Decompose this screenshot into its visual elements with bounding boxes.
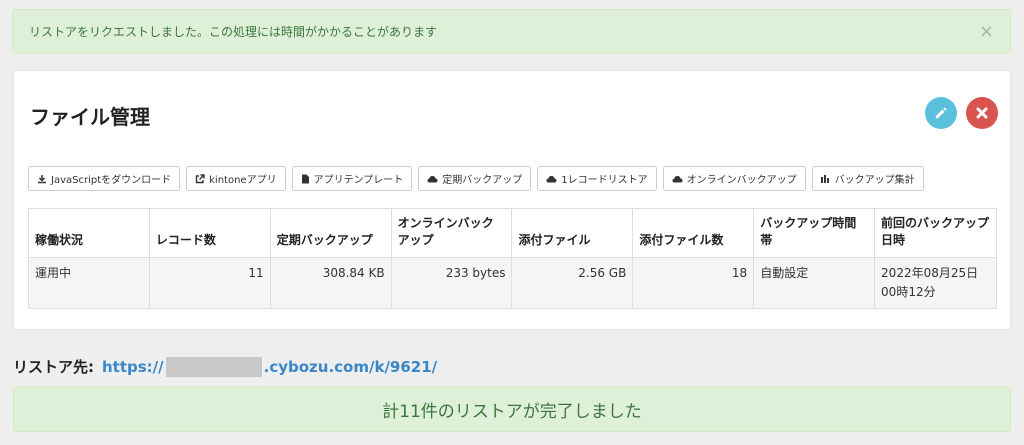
- close-icon: [976, 107, 988, 119]
- header-scheduled-backup: 定期バックアップ: [269, 208, 392, 258]
- table-row: 運用中 11 308.84 KB 233 bytes 2.56 GB 18 自動…: [28, 256, 997, 310]
- header-attachments: 添付ファイル: [511, 208, 634, 258]
- kintone-app-button[interactable]: kintoneアプリ: [186, 166, 286, 191]
- online-backup-label: オンラインバックアップ: [686, 175, 797, 186]
- scheduled-backup-button[interactable]: 定期バックアップ: [418, 166, 532, 191]
- status-table: 稼働状況 レコード数 定期バックアップ オンラインバックアップ 添付ファイル 添…: [28, 208, 997, 310]
- cloud-icon: [546, 175, 557, 182]
- download-icon: [38, 174, 46, 183]
- cloud-icon: [427, 175, 438, 182]
- pencil-icon: [935, 107, 947, 119]
- cell-backup-time-window: 自動設定: [753, 256, 876, 310]
- restore-complete-message: 計11件のリストアが完了しました: [382, 401, 642, 422]
- header-record-count: レコード数: [148, 208, 271, 258]
- restore-complete-banner: 計11件のリストアが完了しました: [13, 386, 1011, 432]
- cell-record-count: 11: [148, 256, 271, 310]
- cell-attachment-count: 18: [632, 256, 755, 310]
- cloud-icon: [672, 175, 683, 182]
- toolbar: JavaScriptをダウンロード kintoneアプリ アプリテンプレート 定…: [28, 166, 930, 191]
- header-backup-time-window: バックアップ時間帯: [753, 208, 876, 258]
- single-record-restore-label: 1レコードリストア: [561, 175, 648, 186]
- restore-destination: リストア先: https:// .cybozu.com/k/9621/: [13, 356, 437, 377]
- restore-url-suffix: .cybozu.com/k/9621/: [263, 357, 438, 376]
- cell-online-backup: 233 bytes: [390, 256, 513, 310]
- cell-scheduled-backup: 308.84 KB: [269, 256, 392, 310]
- header-last-backup: 前回のバックアップ日時: [874, 208, 997, 258]
- single-record-restore-button[interactable]: 1レコードリストア: [537, 166, 657, 191]
- close-icon[interactable]: ×: [979, 22, 994, 41]
- restore-destination-label: リストア先:: [13, 358, 94, 376]
- file-management-panel: ファイル管理 JavaScriptをダウンロード kintoneアプリ アプリテ…: [13, 70, 1011, 330]
- header-online-backup: オンラインバックアップ: [390, 208, 513, 258]
- edit-button[interactable]: [925, 97, 957, 129]
- app-template-label: アプリテンプレート: [313, 175, 404, 186]
- kintone-app-label: kintoneアプリ: [209, 175, 277, 186]
- redacted-subdomain: [165, 356, 262, 377]
- download-js-button[interactable]: JavaScriptをダウンロード: [28, 166, 181, 191]
- header-status: 稼働状況: [28, 208, 150, 258]
- online-backup-button[interactable]: オンラインバックアップ: [662, 166, 806, 191]
- alert-message: リストアをリクエストしました。この処理には時間がかかることがあります: [29, 25, 438, 39]
- table-header-row: 稼働状況 レコード数 定期バックアップ オンラインバックアップ 添付ファイル 添…: [28, 208, 997, 258]
- restore-destination-link[interactable]: https:// .cybozu.com/k/9621/: [102, 356, 438, 377]
- file-icon: [301, 174, 309, 183]
- bar-chart-icon: [820, 175, 829, 183]
- cell-status: 運用中: [28, 256, 150, 310]
- download-js-label: JavaScriptをダウンロード: [51, 175, 172, 186]
- restore-url-prefix: https://: [102, 357, 164, 376]
- app-template-button[interactable]: アプリテンプレート: [291, 166, 413, 191]
- page-title: ファイル管理: [30, 105, 150, 129]
- header-attachment-count: 添付ファイル数: [632, 208, 755, 258]
- cell-last-backup: 2022年08月25日 00時12分: [874, 256, 997, 310]
- external-link-icon: [195, 173, 205, 183]
- cell-attachments: 2.56 GB: [511, 256, 634, 310]
- scheduled-backup-label: 定期バックアップ: [442, 175, 523, 186]
- delete-button[interactable]: [966, 97, 998, 129]
- backup-summary-button[interactable]: バックアップ集計: [811, 166, 924, 191]
- restore-request-alert: リストアをリクエストしました。この処理には時間がかかることがあります ×: [12, 9, 1011, 54]
- backup-summary-label: バックアップ集計: [834, 175, 915, 186]
